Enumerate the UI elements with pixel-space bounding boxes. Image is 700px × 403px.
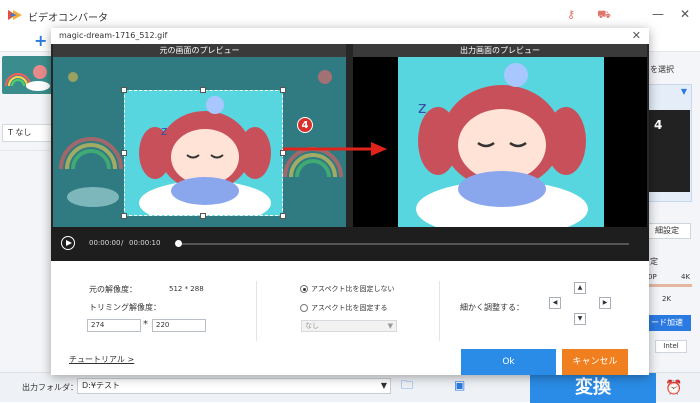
minimize-icon[interactable]: — <box>650 6 666 22</box>
crop-handle-top-right[interactable] <box>280 87 286 93</box>
crop-settings: 元の解像度： 512 * 288 トリミング解像度： 274 * 220 アスペ… <box>51 261 649 375</box>
aspect-fixed-radio[interactable] <box>300 304 308 312</box>
detail-settings-button[interactable]: 細設定 <box>643 223 691 239</box>
fine-adjust-label: 細かく調整する： <box>460 303 524 312</box>
dialog-title: magic-dream-1716_512.gif <box>59 31 168 40</box>
output-preview-label: 出力画面のプレビュー <box>353 44 647 57</box>
trim-height-input[interactable]: 220 <box>152 319 206 332</box>
source-preview-label: 元の画面のプレビュー <box>53 44 346 57</box>
quality-4k-label: 4K <box>681 273 691 281</box>
divider <box>256 281 257 341</box>
tutorial-link[interactable]: チュートリアル > <box>69 354 134 365</box>
svg-text:z: z <box>161 124 167 138</box>
preview-area: 元の画面のプレビュー 出力画面のプレビュー z z 4 00:00:00 / 0… <box>51 44 649 261</box>
seek-handle[interactable] <box>175 240 182 247</box>
times-sign: * <box>143 319 148 330</box>
seek-track[interactable] <box>177 243 629 245</box>
output-folder-label: 出力フォルダ： <box>22 383 78 392</box>
trim-width-input[interactable]: 274 <box>87 319 141 332</box>
crop-handle-top-left[interactable] <box>121 87 127 93</box>
aspect-ratio-value: なし <box>305 322 319 330</box>
film-icon[interactable]: ▣ <box>454 378 470 392</box>
subtitle-selector[interactable]: T なし <box>2 124 52 142</box>
play-icon[interactable] <box>61 236 75 250</box>
folder-icon[interactable]: 🗀 <box>401 378 417 392</box>
output-scene-image: z <box>416 63 588 227</box>
divider <box>0 150 50 151</box>
red-arrow-icon <box>283 142 387 156</box>
svg-text:z: z <box>418 98 426 117</box>
output-folder-select[interactable]: D:¥テスト ▼ <box>77 378 391 394</box>
crop-handle-top[interactable] <box>200 87 206 93</box>
format-preview-tile: 4 <box>648 110 690 192</box>
aspect-fixed-label: アスペクト比を固定する <box>311 304 388 312</box>
dialog-title-bar: magic-dream-1716_512.gif ✕ <box>51 28 649 44</box>
crop-handle-bottom-left[interactable] <box>121 213 127 219</box>
output-preview: z <box>353 57 647 227</box>
step-badge: 4 <box>297 117 313 133</box>
crop-handle-bottom[interactable] <box>200 213 206 219</box>
nudge-down-button[interactable]: ▼ <box>574 313 586 325</box>
trim-resolution-label: トリミング解像度： <box>89 303 161 312</box>
app-logo-icon <box>8 10 22 20</box>
quality-slider[interactable] <box>648 284 692 287</box>
format-select-label: を選択 <box>650 65 674 74</box>
output-image: z <box>398 57 604 227</box>
aspect-ratio-select[interactable]: なし ▼ <box>301 320 397 332</box>
aspect-free-radio[interactable] <box>300 285 308 293</box>
time-separator: / <box>121 239 124 247</box>
hardware-accel-button[interactable]: ード加速 <box>643 315 691 331</box>
nudge-up-button[interactable]: ▲ <box>574 282 586 294</box>
title-bar: ビデオコンバータ ⚷ ⛟ — ✕ <box>0 0 700 30</box>
crop-handle-bottom-right[interactable] <box>280 213 286 219</box>
fixed-label: 定 <box>650 257 658 266</box>
crop-scene-image: z <box>139 96 271 215</box>
total-time: 00:00:10 <box>129 239 161 247</box>
chevron-down-icon: ▼ <box>680 87 687 96</box>
nudge-left-button[interactable]: ◀ <box>549 297 561 309</box>
crop-handle-left[interactable] <box>121 150 127 156</box>
dialog-close-icon[interactable]: ✕ <box>632 29 641 42</box>
output-folder-value: D:¥テスト <box>82 381 120 390</box>
divider <box>439 281 440 341</box>
original-resolution-label: 元の解像度： <box>89 285 137 294</box>
add-file-button[interactable]: + <box>34 31 47 50</box>
app-window: ビデオコンバータ ⚷ ⛟ — ✕ + T なし を選択 ▼ 4 細設定 定 0P… <box>0 0 700 403</box>
chevron-down-icon: ▼ <box>380 381 387 390</box>
playback-bar: 00:00:00 / 00:00:10 <box>51 227 649 261</box>
ok-button[interactable]: Ok <box>461 349 556 375</box>
nudge-right-button[interactable]: ▶ <box>599 297 611 309</box>
intel-badge: Intel <box>655 340 687 353</box>
file-thumbnail[interactable] <box>2 56 52 94</box>
close-icon[interactable]: ✕ <box>677 6 693 22</box>
current-time: 00:00:00 <box>89 239 121 247</box>
cart-icon[interactable]: ⛟ <box>596 7 612 23</box>
format-4k-icon: 4 <box>654 118 663 132</box>
crop-dialog: magic-dream-1716_512.gif ✕ 元の画面のプレビュー 出力… <box>51 28 649 375</box>
chevron-down-icon: ▼ <box>387 322 393 330</box>
quality-2k-label: 2K <box>662 295 672 303</box>
footer-bar: 出力フォルダ： D:¥テスト ▼ 🗀 ▣ 変換 ⏰ <box>0 372 700 403</box>
crop-selection-box[interactable]: z <box>124 90 283 216</box>
alarm-clock-icon[interactable]: ⏰ <box>664 379 684 397</box>
quality-p-label: 0P <box>648 273 657 281</box>
app-title: ビデオコンバータ <box>28 13 108 24</box>
cancel-button[interactable]: キャンセル <box>562 349 628 375</box>
aspect-free-label: アスペクト比を固定しない <box>311 285 395 293</box>
convert-button[interactable]: 変換 <box>530 373 656 403</box>
thumbnail-image-icon <box>5 65 50 91</box>
original-resolution-value: 512 * 288 <box>169 285 204 293</box>
key-icon[interactable]: ⚷ <box>563 7 579 23</box>
